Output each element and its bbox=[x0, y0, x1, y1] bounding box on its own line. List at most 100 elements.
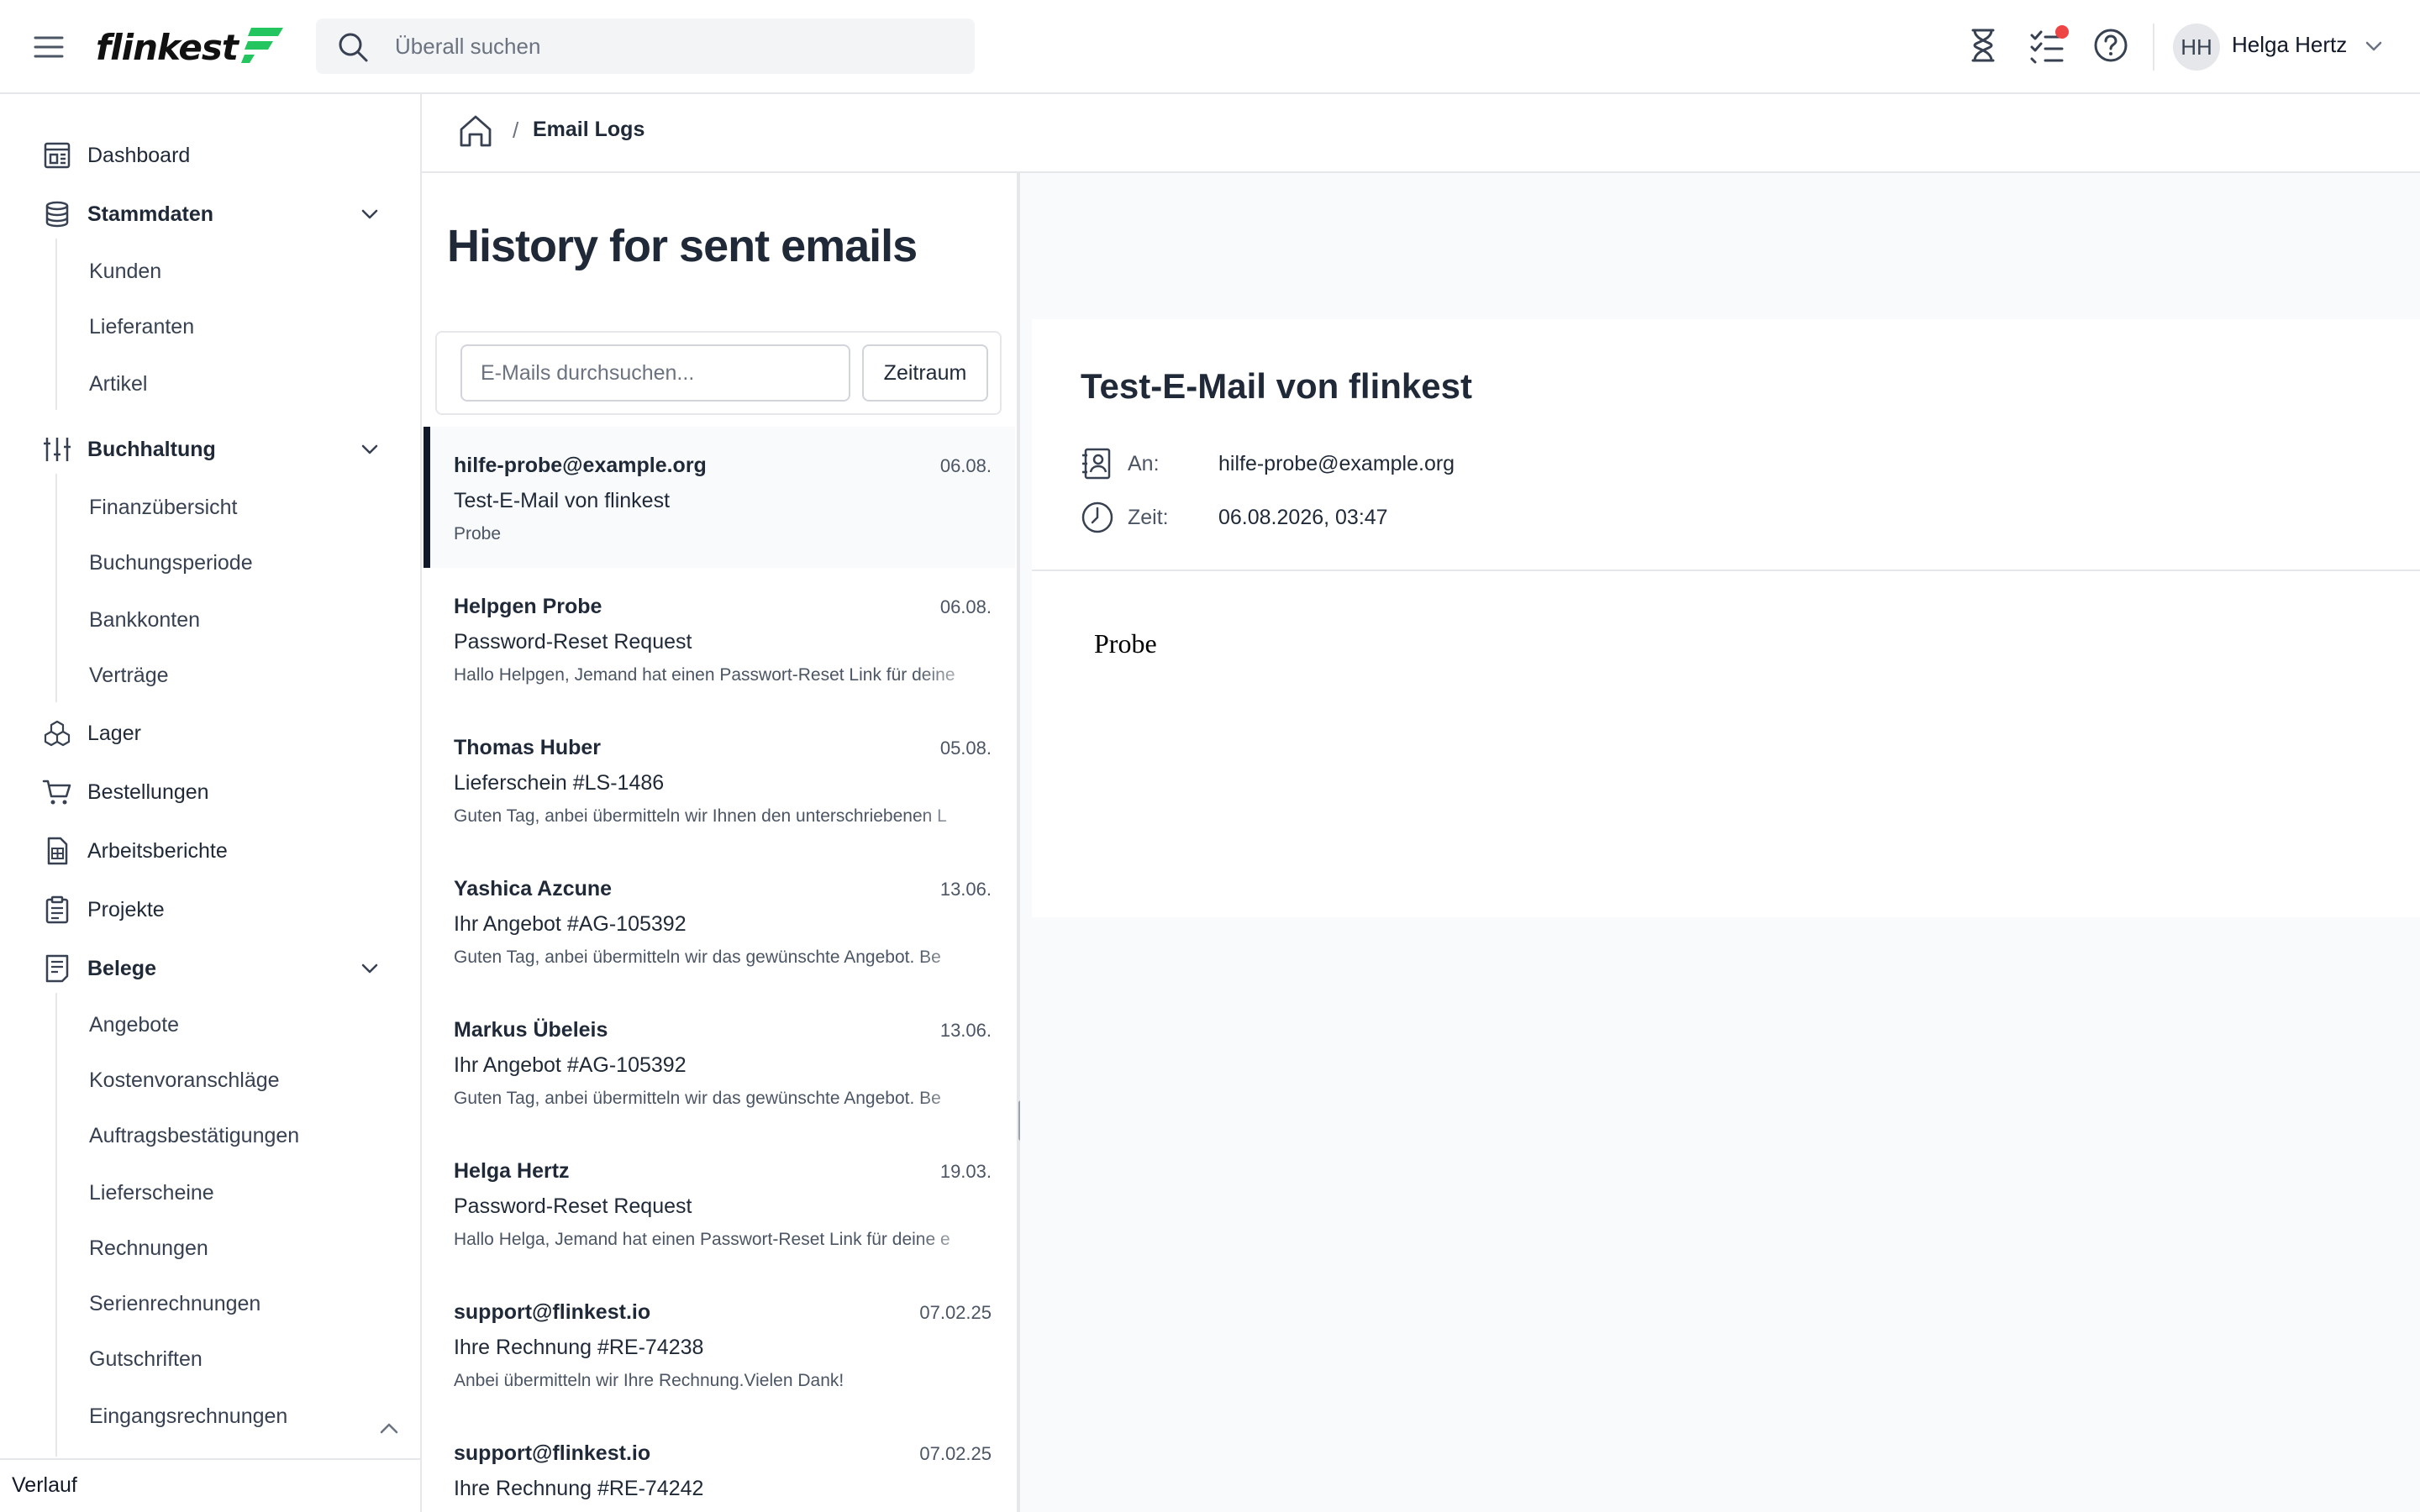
email-subject: Lieferschein #LS-1486 bbox=[454, 771, 665, 795]
recipient-label: An: bbox=[1128, 452, 1160, 475]
sidebar-item-lieferscheine[interactable]: Lieferscheine bbox=[89, 1181, 214, 1205]
email-list-item[interactable]: Markus Übeleis 13.06. Ihr Angebot #AG-10… bbox=[424, 991, 1015, 1132]
sidebar-item-finanzuebersicht[interactable]: Finanzübersicht bbox=[89, 496, 237, 520]
email-preview: Hallo Helga, Jemand hat einen Passwort-R… bbox=[454, 1230, 950, 1249]
sidebar-item-label: Buchhaltung bbox=[87, 437, 216, 461]
avatar[interactable]: HH bbox=[2173, 24, 2220, 71]
search-icon bbox=[339, 33, 368, 62]
email-subject: Ihre Rechnung #RE-74242 bbox=[454, 1477, 704, 1500]
email-search-input[interactable] bbox=[460, 344, 850, 402]
sidebar-item-label: Belege bbox=[87, 956, 156, 980]
sidebar-item-arbeitsberichte[interactable]: Arbeitsberichte bbox=[0, 827, 420, 874]
sidebar-item-belege[interactable]: Belege bbox=[0, 945, 420, 992]
breadcrumb-separator: / bbox=[513, 118, 519, 143]
submenu-line bbox=[55, 239, 57, 410]
sidebar-item-angebote[interactable]: Angebote bbox=[89, 1013, 179, 1037]
email-subject: Password-Reset Request bbox=[454, 630, 692, 654]
notification-dot bbox=[2055, 25, 2069, 39]
sidebar-item-gutschriften[interactable]: Gutschriften bbox=[89, 1347, 203, 1372]
email-subject: Ihr Angebot #AG-105392 bbox=[454, 1053, 687, 1077]
sidebar-item-label: Stammdaten bbox=[87, 202, 214, 226]
recipient-value: hilfe-probe@example.org bbox=[1218, 452, 1455, 475]
sidebar-item-stammdaten[interactable]: Stammdaten bbox=[0, 191, 420, 238]
email-list-item[interactable]: hilfe-probe@example.org 06.08. Test-E-Ma… bbox=[424, 427, 1015, 568]
sidebar-item-label: Projekte bbox=[87, 897, 165, 921]
sidebar-item-kostenvoranschlaege[interactable]: Kostenvoranschläge bbox=[89, 1068, 280, 1093]
breadcrumb bbox=[422, 94, 2420, 173]
email-sender: Helga Hertz bbox=[454, 1159, 570, 1183]
sidebar-item-dashboard[interactable]: Dashboard bbox=[0, 132, 420, 179]
time-value: 06.08.2026, 03:47 bbox=[1218, 506, 1388, 529]
global-search[interactable] bbox=[316, 18, 975, 74]
chevron-down-icon[interactable] bbox=[356, 201, 383, 228]
email-subject: Test-E-Mail von flinkest bbox=[454, 489, 671, 512]
email-sender: support@flinkest.io bbox=[454, 1441, 651, 1465]
email-preview: Anbei übermitteln wir Ihre Rechnung.Viel… bbox=[454, 1371, 844, 1390]
email-list-item[interactable]: support@flinkest.io 07.02.25 Ihre Rechnu… bbox=[424, 1273, 1015, 1415]
sidebar-item-serienrechnungen[interactable]: Serienrechnungen bbox=[89, 1292, 260, 1316]
chevron-down-icon[interactable] bbox=[356, 955, 383, 982]
submenu-line bbox=[55, 474, 57, 702]
email-subject: Ihr Angebot #AG-105392 bbox=[454, 912, 687, 936]
email-date: 06.08. bbox=[939, 596, 992, 617]
sidebar-item-bestellungen[interactable]: Bestellungen bbox=[0, 769, 420, 816]
email-date: 05.08. bbox=[939, 738, 992, 759]
email-sender: Yashica Azcune bbox=[454, 877, 613, 900]
clock-icon bbox=[1081, 501, 1113, 533]
sidebar-item-projekte[interactable]: Projekte bbox=[0, 886, 420, 933]
sidebar-item-lager[interactable]: Lager bbox=[0, 710, 420, 757]
chevron-down-icon[interactable] bbox=[2361, 34, 2386, 59]
email-preview: Guten Tag, anbei übermitteln wir Ihnen d… bbox=[454, 806, 947, 826]
divider bbox=[1032, 570, 2420, 571]
submenu-line bbox=[55, 993, 57, 1457]
email-detail-card bbox=[1032, 319, 2420, 917]
logo-mark-icon bbox=[240, 28, 283, 63]
boxes-icon bbox=[44, 720, 71, 747]
sidebar-item-artikel[interactable]: Artikel bbox=[89, 372, 147, 396]
email-list-item[interactable]: Helpgen Probe 06.08. Password-Reset Requ… bbox=[424, 568, 1015, 709]
receipt-icon bbox=[45, 954, 69, 983]
email-list-item[interactable]: Yashica Azcune 13.06. Ihr Angebot #AG-10… bbox=[424, 850, 1015, 991]
chevron-up-icon[interactable] bbox=[375, 1415, 403, 1443]
global-search-input[interactable] bbox=[395, 18, 950, 74]
email-date: 07.02.25 bbox=[919, 1443, 992, 1464]
history-bar[interactable]: Verlauf bbox=[0, 1458, 420, 1512]
email-detail-subject: Test-E-Mail von flinkest bbox=[1081, 366, 1472, 406]
menu-icon[interactable] bbox=[32, 30, 66, 64]
breadcrumb-current: Email Logs bbox=[533, 118, 645, 141]
email-date: 13.06. bbox=[939, 879, 992, 900]
sidebar-item-vertraege[interactable]: Verträge bbox=[89, 664, 169, 688]
email-list-item[interactable]: Thomas Huber 05.08. Lieferschein #LS-148… bbox=[424, 709, 1015, 850]
logo[interactable]: flinkest bbox=[96, 24, 285, 71]
email-preview: Guten Tag, anbei übermitteln wir das gew… bbox=[454, 1089, 941, 1108]
sidebar-item-eingangsrechnungen[interactable]: Eingangsrechnungen bbox=[89, 1404, 287, 1429]
sidebar: Dashboard Stammdaten Kunden Lieferanten … bbox=[0, 94, 422, 1512]
email-sender: support@flinkest.io bbox=[454, 1300, 651, 1324]
sidebar-item-auftragsbestaetigungen[interactable]: Auftragsbestätigungen bbox=[89, 1124, 299, 1148]
email-list-item[interactable]: Helga Hertz 19.03. Password-Reset Reques… bbox=[424, 1132, 1015, 1273]
email-preview: Probe bbox=[454, 524, 502, 543]
dashboard-icon bbox=[44, 142, 71, 169]
time-label: Zeit: bbox=[1128, 506, 1169, 529]
sidebar-item-bankkonten[interactable]: Bankkonten bbox=[89, 608, 200, 633]
cart-icon bbox=[42, 780, 71, 805]
email-sender: Helpgen Probe bbox=[454, 595, 602, 618]
sidebar-item-rechnungen[interactable]: Rechnungen bbox=[89, 1236, 208, 1261]
hourglass-icon[interactable] bbox=[1965, 27, 2002, 64]
email-list-item[interactable]: support@flinkest.io 07.02.25 Ihre Rechnu… bbox=[424, 1415, 1015, 1512]
user-name[interactable]: Helga Hertz bbox=[2232, 32, 2347, 58]
sidebar-item-buchhaltung[interactable]: Buchhaltung bbox=[0, 426, 420, 473]
sidebar-item-buchungsperiode[interactable]: Buchungsperiode bbox=[89, 551, 253, 575]
period-button[interactable]: Zeitraum bbox=[862, 344, 988, 402]
email-subject: Password-Reset Request bbox=[454, 1194, 692, 1218]
sidebar-item-kunden[interactable]: Kunden bbox=[89, 260, 161, 284]
help-icon[interactable] bbox=[2092, 27, 2129, 64]
divider bbox=[2153, 24, 2154, 71]
chevron-down-icon[interactable] bbox=[356, 436, 383, 463]
history-label: Verlauf bbox=[12, 1473, 77, 1497]
email-date: 07.02.25 bbox=[919, 1302, 992, 1323]
sidebar-item-lieferanten[interactable]: Lieferanten bbox=[89, 315, 194, 339]
sidebar-item-label: Dashboard bbox=[87, 143, 191, 167]
clipboard-icon bbox=[45, 895, 69, 924]
home-icon[interactable] bbox=[457, 113, 494, 150]
